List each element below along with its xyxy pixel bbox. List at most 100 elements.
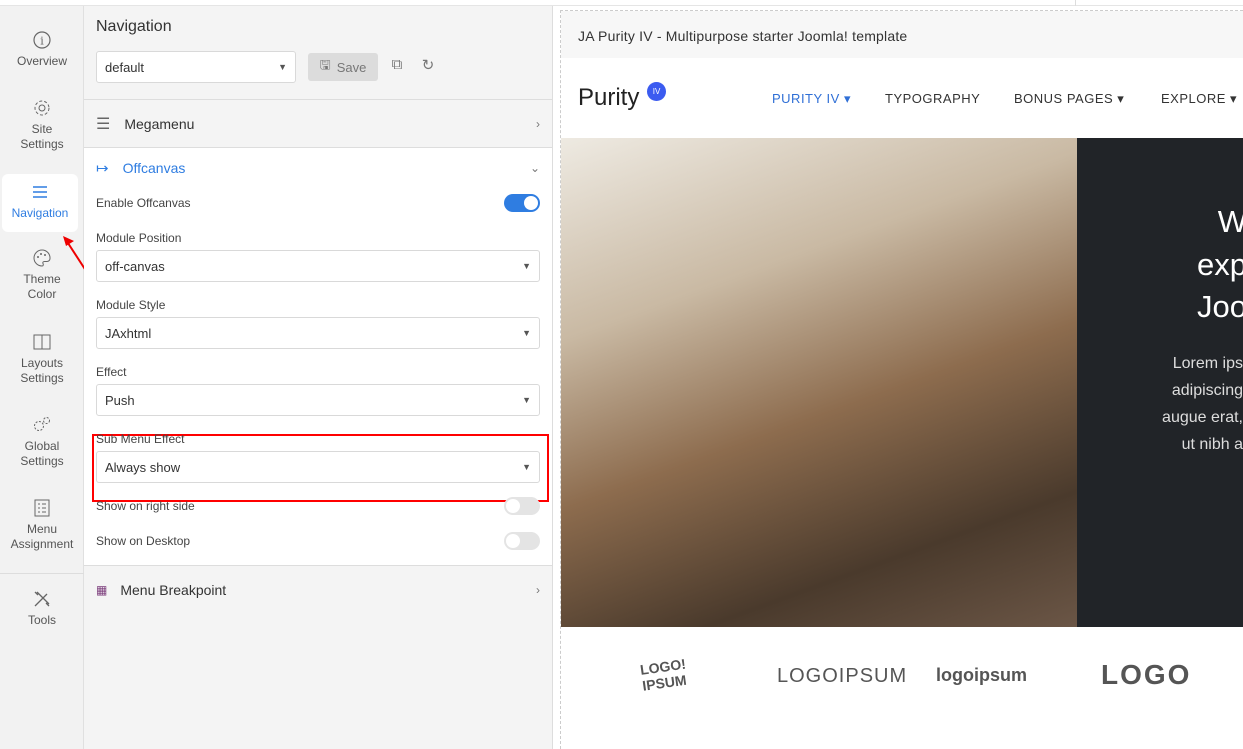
select-value: JAxhtml [105,325,152,341]
logo-badge: IV [647,82,666,101]
page-title: Navigation [96,18,172,35]
show-right-toggle[interactable] [504,497,540,515]
section-title: Menu Breakpoint [120,581,227,598]
settings-panel: Navigation default ▼ 🖫 Save ⧉ ↻ ☰ Megamenu… [84,6,553,749]
hero-heading: exp [1197,247,1243,282]
module-position-select[interactable]: off-canvas ▼ [96,250,540,282]
nav-explore[interactable]: EXPLORE ▾ [1161,91,1237,107]
chevron-down-icon: ⌄ [529,161,540,175]
logo-2: LOGOIPSUM [777,665,908,687]
sidebar-item-overview[interactable]: i Overview [0,30,84,69]
sidebar-label: Global [24,439,60,453]
sidebar-item-navigation[interactable]: Navigation [2,174,78,232]
gear-icon [34,100,50,116]
field-label: Sub Menu Effect [96,432,185,446]
arrow-right-bar-icon: ↦ [96,160,109,177]
sub-menu-effect-select[interactable]: Always show ▼ [96,451,540,483]
sidebar-label: Settings [20,137,64,151]
sidebar-item-menu-assignment[interactable]: Menu Assignment [0,498,84,552]
field-label: Enable Offcanvas [96,196,191,210]
hero-text: adipiscing [1171,382,1243,399]
sidebar-label: Tools [27,613,56,627]
info-icon: i [33,31,51,49]
save-button[interactable]: 🖫 Save [308,53,378,81]
layout-icon [33,334,51,350]
caret-down-icon: ▼ [522,395,531,405]
sidebar-item-global-settings[interactable]: Global Settings [0,415,84,469]
copy-icon[interactable]: ⧉ [388,56,406,76]
checklist-icon [34,499,50,517]
module-style-select[interactable]: JAxhtml ▼ [96,317,540,349]
hero-text: Lorem ips [1172,355,1243,372]
hero-heading: Joo [1197,289,1243,324]
select-value: off-canvas [105,258,165,274]
sidebar: i Overview Site Settings Navigation Theme… [0,6,84,749]
logo-3: logoipsum [936,665,1027,685]
profile-select[interactable]: default ▼ [96,51,296,83]
nav-bonus-pages[interactable]: BONUS PAGES ▾ [1014,91,1124,107]
sidebar-label: Settings [20,371,64,385]
hero-text: ut nibh a [1181,436,1243,453]
section-megamenu[interactable]: ☰ Megamenu › [84,99,552,147]
divider [0,573,84,574]
sidebar-label: Settings [20,454,64,468]
refresh-icon[interactable]: ↻ [419,56,437,76]
enable-offcanvas-toggle[interactable] [504,194,540,212]
section-menu-breakpoint[interactable]: ▦ Menu Breakpoint › [84,565,552,613]
show-desktop-toggle[interactable] [504,532,540,550]
tools-icon [34,591,50,607]
preview-title: JA Purity IV - Multipurpose starter Joom… [561,11,1243,58]
section-title: Offcanvas [122,160,186,176]
field-label: Effect [96,365,127,379]
chevron-right-icon: › [536,582,540,597]
sidebar-label: Overview [16,54,67,68]
menu-icon [33,186,47,198]
sidebar-label: Navigation [11,206,69,220]
sidebar-item-site-settings[interactable]: Site Settings [0,98,84,152]
caret-down-icon: ▼ [522,261,531,271]
site-preview: JA Purity IV - Multipurpose starter Joom… [553,6,1243,749]
hero-heading: W [1217,204,1243,239]
field-label: Module Position [96,231,182,245]
select-value: default [105,59,145,75]
caret-down-icon: ▼ [522,328,531,338]
sidebar-label: Layouts [20,356,64,370]
hero-photo [561,138,1077,627]
sidebar-item-layouts-settings[interactable]: Layouts Settings [0,332,84,386]
save-label: Save [336,59,367,75]
hero-text-panel: W exp Joo Lorem ips adipiscing augue era… [1077,138,1243,627]
save-icon: 🖫 [319,57,331,72]
select-value: Always show [105,459,181,475]
sidebar-item-tools[interactable]: Tools [0,589,84,628]
svg-text:i: i [40,35,44,48]
sidebar-label: Site [31,122,53,136]
site-navbar: Purity IV PURITY IV ▾ TYPOGRAPHY BONUS P… [561,58,1243,138]
section-title: Megamenu [124,115,195,132]
select-value: Push [105,392,135,408]
hero: W exp Joo Lorem ips adipiscing augue era… [561,138,1243,627]
logo-1: LOGO! IPSUM [639,655,688,694]
offcanvas-section: ↦ Offcanvas ⌄ Enable Offcanvas Module Po… [84,147,552,565]
nav-typography[interactable]: TYPOGRAPHY [885,91,980,106]
caret-down-icon: ▼ [278,62,287,72]
sidebar-label: Assignment [10,537,74,551]
nav-purity-iv[interactable]: PURITY IV ▾ [772,91,851,107]
sidebar-label: Color [27,287,57,301]
caret-down-icon: ▼ [522,462,531,472]
site-logo[interactable]: Purity [578,84,639,112]
effect-select[interactable]: Push ▼ [96,384,540,416]
menu-icon: ☰ [96,115,111,133]
logo-4: LOGO [1101,659,1192,690]
sidebar-label: Theme [23,272,61,286]
hero-text: augue erat, [1162,409,1243,426]
field-label: Module Style [96,298,166,312]
client-logos: LOGO! IPSUM LOGOIPSUM logoipsum LOGO [561,627,1243,749]
field-label: Show on right side [96,499,195,513]
field-label: Show on Desktop [96,534,191,548]
breakpoint-icon: ▦ [96,582,107,597]
sidebar-label: Menu [26,522,58,536]
palette-icon [33,249,51,267]
section-offcanvas-header[interactable]: ↦ Offcanvas ⌄ [84,148,552,188]
chevron-right-icon: › [536,116,540,131]
gears-icon [34,417,50,431]
